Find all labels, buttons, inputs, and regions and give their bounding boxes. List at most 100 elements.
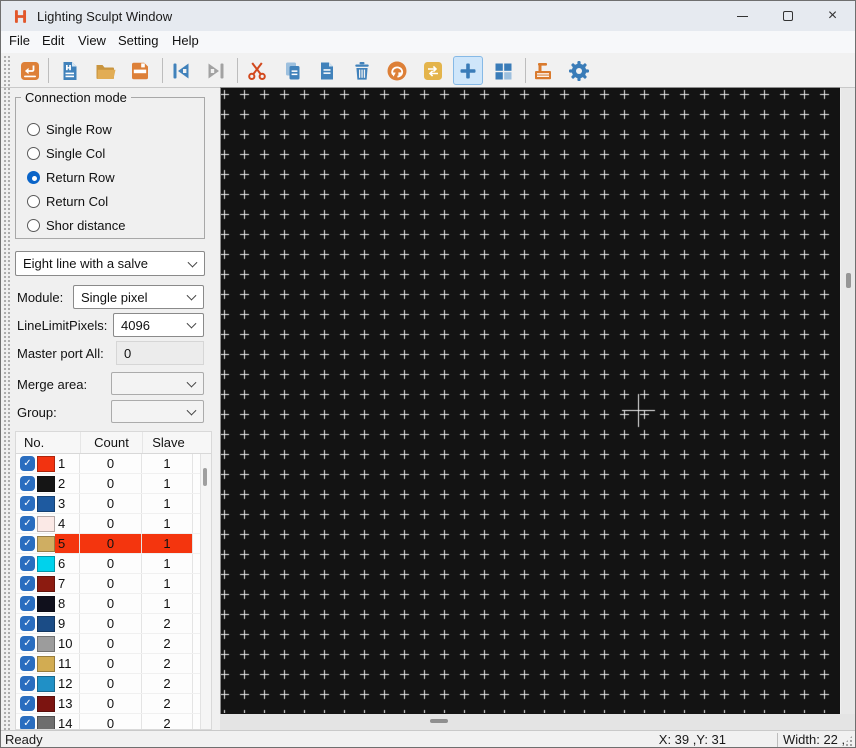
open-file-button[interactable] [90, 56, 120, 85]
menu-setting[interactable]: Setting [118, 33, 158, 48]
radio-single-row[interactable]: Single Row [27, 120, 112, 138]
swap-arrows-icon [424, 61, 442, 80]
add-pixel-button[interactable] [453, 56, 483, 85]
wiring-select[interactable]: Eight line with a salve [15, 251, 205, 276]
row-checkbox[interactable]: ✓ [20, 456, 35, 471]
color-swatch[interactable] [37, 595, 55, 612]
line-limit-select[interactable]: 4096 [113, 313, 204, 337]
row-checkbox[interactable]: ✓ [20, 616, 35, 631]
radio-return-col[interactable]: Return Col [27, 192, 108, 210]
radio-single-col[interactable]: Single Col [27, 144, 105, 162]
delete-button[interactable] [347, 56, 377, 85]
color-swatch[interactable] [37, 695, 55, 712]
module-select[interactable]: Single pixel [73, 285, 204, 309]
table-row[interactable]: ✓ 13 0 2 [16, 694, 211, 714]
paste-button[interactable] [312, 56, 342, 85]
color-swatch[interactable] [37, 555, 55, 572]
table-row[interactable]: ✓ 3 0 1 [16, 494, 211, 514]
color-swatch[interactable] [37, 455, 55, 472]
settings-button[interactable] [564, 56, 594, 85]
minimize-button[interactable] [720, 1, 765, 31]
color-swatch[interactable] [37, 535, 55, 552]
design-canvas[interactable] [221, 88, 839, 713]
canvas-vscrollbar[interactable] [841, 88, 855, 714]
group-select[interactable] [111, 400, 204, 423]
table-row[interactable]: ✓ 9 0 2 [16, 614, 211, 634]
machine-button[interactable] [528, 56, 558, 85]
color-swatch[interactable] [37, 475, 55, 492]
row-checkbox[interactable]: ✓ [20, 556, 35, 571]
row-checkbox[interactable]: ✓ [20, 596, 35, 611]
toolbar-separator [48, 58, 49, 83]
window-title: Lighting Sculpt Window [37, 8, 173, 24]
row-checkbox[interactable]: ✓ [20, 656, 35, 671]
table-row[interactable]: ✓ 7 0 1 [16, 574, 211, 594]
cell-no: 11 [58, 656, 72, 671]
row-checkbox[interactable]: ✓ [20, 536, 35, 551]
color-swatch[interactable] [37, 515, 55, 532]
toolbar [1, 53, 855, 88]
table-row[interactable]: ✓ 12 0 2 [16, 674, 211, 694]
row-checkbox[interactable]: ✓ [20, 696, 35, 711]
color-swatch[interactable] [37, 655, 55, 672]
table-scrollbar-thumb[interactable] [203, 468, 207, 486]
row-checkbox[interactable]: ✓ [20, 576, 35, 591]
canvas-vscrollbar-thumb[interactable] [846, 273, 851, 288]
save-button[interactable] [125, 56, 155, 85]
module-label: Module: [17, 290, 64, 305]
table-row[interactable]: ✓ 11 0 2 [16, 654, 211, 674]
menu-view[interactable]: View [78, 33, 106, 48]
table-scrollbar[interactable] [200, 454, 211, 729]
color-swatch[interactable] [37, 615, 55, 632]
exit-button[interactable] [15, 56, 45, 85]
radio-shor-distance[interactable]: Shor distance [27, 216, 126, 234]
row-checkbox[interactable]: ✓ [20, 676, 35, 691]
go-first-button[interactable] [166, 56, 196, 85]
cell-cnt: 0 [79, 554, 141, 573]
menu-help[interactable]: Help [172, 33, 199, 48]
table-row[interactable]: ✓ 8 0 1 [16, 594, 211, 614]
canvas-hscrollbar[interactable] [220, 714, 855, 730]
rotate-button[interactable] [382, 56, 412, 85]
modules-button[interactable] [488, 56, 518, 85]
row-checkbox[interactable]: ✓ [20, 496, 35, 511]
table-row[interactable]: ✓ 1 0 1 [16, 454, 211, 474]
panel-drag-gripper[interactable] [2, 54, 10, 730]
master-port-field[interactable]: 0 [116, 341, 204, 365]
header-no: No. [24, 435, 45, 450]
cell-cnt: 0 [79, 674, 141, 693]
cell-cnt: 0 [79, 474, 141, 493]
go-last-button[interactable] [201, 56, 231, 85]
cell-slv: 1 [141, 454, 193, 473]
color-swatch[interactable] [37, 495, 55, 512]
cell-slv: 1 [141, 534, 193, 553]
cell-cnt: 0 [79, 494, 141, 513]
maximize-button[interactable] [765, 1, 810, 31]
new-file-button[interactable] [55, 56, 85, 85]
color-swatch[interactable] [37, 715, 55, 729]
cell-no: 9 [58, 616, 66, 631]
table-row[interactable]: ✓ 4 0 1 [16, 514, 211, 534]
copy-button[interactable] [278, 56, 308, 85]
row-checkbox[interactable]: ✓ [20, 716, 35, 729]
close-button[interactable]: × [810, 1, 855, 31]
radio-return-row[interactable]: Return Row [27, 168, 115, 186]
color-swatch[interactable] [37, 675, 55, 692]
table-row[interactable]: ✓ 6 0 1 [16, 554, 211, 574]
row-checkbox[interactable]: ✓ [20, 636, 35, 651]
row-checkbox[interactable]: ✓ [20, 476, 35, 491]
canvas-hscrollbar-thumb[interactable] [430, 719, 448, 723]
cut-button[interactable] [242, 56, 272, 85]
menu-file[interactable]: File [9, 33, 30, 48]
menu-edit[interactable]: Edit [42, 33, 64, 48]
color-swatch[interactable] [37, 575, 55, 592]
new-file-icon [63, 61, 77, 80]
table-row[interactable]: ✓ 2 0 1 [16, 474, 211, 494]
color-swatch[interactable] [37, 635, 55, 652]
table-row[interactable]: ✓ 5 0 1 [16, 534, 211, 554]
swap-button[interactable] [418, 56, 448, 85]
table-row[interactable]: ✓ 14 0 2 [16, 714, 211, 729]
table-row[interactable]: ✓ 10 0 2 [16, 634, 211, 654]
row-checkbox[interactable]: ✓ [20, 516, 35, 531]
merge-area-select[interactable] [111, 372, 204, 395]
